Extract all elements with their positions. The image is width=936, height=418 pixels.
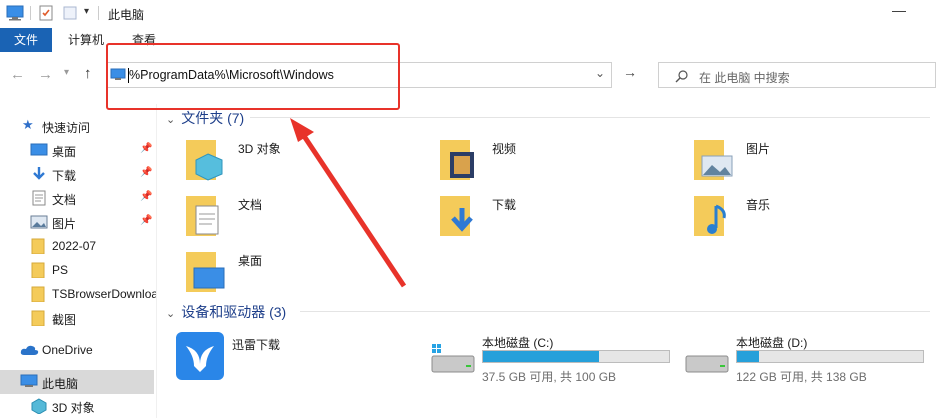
annotation-arrow-icon — [290, 118, 407, 288]
